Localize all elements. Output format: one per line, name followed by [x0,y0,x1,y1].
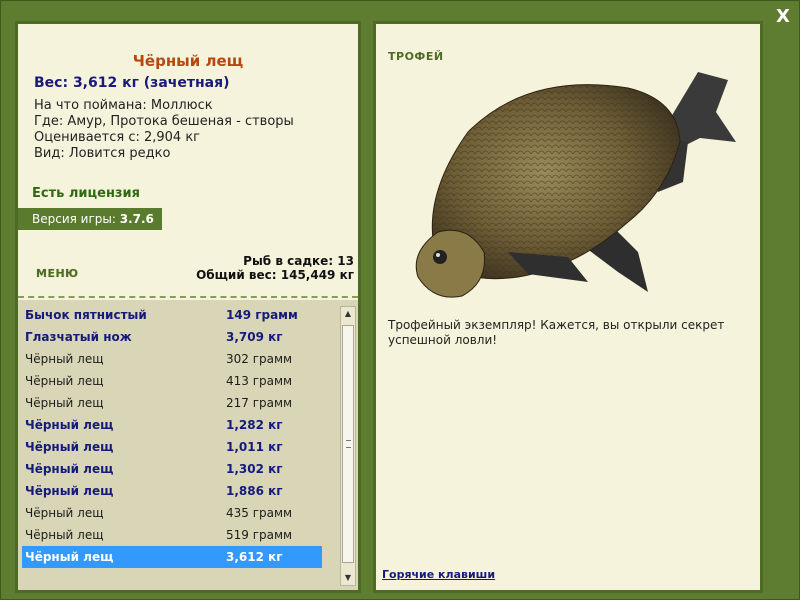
catch-row[interactable]: Чёрный лещ 217 грамм [22,392,322,414]
cage-stats: Рыб в садке: 13 Общий вес: 145,449 кг [196,254,354,282]
catch-fish-weight: 413 грамм [226,374,293,388]
catch-fish-weight: 217 грамм [226,396,293,410]
fish-title: Чёрный лещ [132,52,244,70]
catch-row[interactable]: Чёрный лещ 1,011 кг [22,436,322,458]
catch-fish-weight: 1,011 кг [226,440,283,454]
catch-fish-name: Глазчатый нож [25,330,132,344]
catch-fish-weight: 149 грамм [226,308,298,322]
license-status: Есть лицензия [32,186,140,201]
fish-value: Оценивается с: 2,904 кг [34,130,201,145]
fish-weight: Вес: 3,612 кг (зачетная) [34,75,230,91]
catch-row[interactable]: Чёрный лещ 435 грамм [22,502,322,524]
scroll-thumb[interactable] [342,325,354,563]
cage-total-weight: Общий вес: 145,449 кг [196,268,354,282]
catch-fish-name: Чёрный лещ [25,550,114,564]
catch-row[interactable]: Глазчатый нож 3,709 кг [22,326,322,348]
version-bar: Версия игры: 3.7.6 [18,208,162,230]
catch-fish-name: Чёрный лещ [25,374,104,388]
catch-fish-name: Чёрный лещ [25,352,104,366]
cage-count: Рыб в садке: 13 [243,254,354,268]
catch-panel: Чёрный лещ Вес: 3,612 кг (зачетная) На ч… [15,21,361,593]
catch-fish-name: Чёрный лещ [25,462,114,476]
close-icon[interactable]: X [771,5,795,29]
catch-fish-name: Чёрный лещ [25,484,114,498]
catch-row[interactable]: Чёрный лещ 1,282 кг [22,414,322,436]
catch-row[interactable]: Чёрный лещ 519 грамм [22,524,322,546]
fish-eye [433,250,447,264]
trophy-panel: ТРОФЕЙ Трофейный экземпляр! Кажется, вы … [373,21,763,593]
catch-fish-weight: 302 грамм [226,352,293,366]
catch-row[interactable]: Чёрный лещ 302 грамм [22,348,322,370]
menu-button[interactable]: МЕНЮ [36,267,79,280]
catch-fish-name: Чёрный лещ [25,396,104,410]
catch-row[interactable]: Чёрный лещ 3,612 кг [22,546,322,568]
trophy-message: Трофейный экземпляр! Кажется, вы открыли… [388,318,725,347]
catch-list: Бычок пятнистый 149 грамм Глазчатый нож 3,7… [18,300,358,590]
fish-location: Где: Амур, Протока бешеная - створы [34,114,294,129]
version-label: Версия игры: [32,212,116,226]
catch-fish-weight: 435 грамм [226,506,293,520]
arrow-down-icon[interactable]: ▼ [341,571,355,585]
game-window: X Чёрный лещ Вес: 3,612 кг (зачетная) На… [0,0,800,600]
catch-fish-name: Чёрный лещ [25,418,114,432]
grip-icon [346,440,351,448]
catch-fish-weight: 519 грамм [226,528,293,542]
fish-head [415,229,486,298]
catch-fish-weight: 1,282 кг [226,418,283,432]
catch-row[interactable]: Чёрный лещ 1,302 кг [22,458,322,480]
catch-fish-weight: 3,709 кг [226,330,283,344]
catch-row[interactable]: Чёрный лещ 1,886 кг [22,480,322,502]
catch-fish-name: Бычок пятнистый [25,308,147,322]
divider [18,296,358,298]
catch-fish-weight: 1,302 кг [226,462,283,476]
catch-fish-weight: 1,886 кг [226,484,283,498]
catch-fish-name: Чёрный лещ [25,506,104,520]
version-value: 3.7.6 [119,212,154,226]
catch-row[interactable]: Бычок пятнистый 149 грамм [22,304,322,326]
fish-info: Чёрный лещ Вес: 3,612 кг (зачетная) На ч… [18,24,358,294]
catch-fish-name: Чёрный лещ [25,528,104,542]
fish-image [415,72,736,298]
fish-kind: Вид: Ловится редко [34,146,171,161]
catch-fish-weight: 3,612 кг [226,550,283,564]
arrow-up-icon[interactable]: ▲ [341,307,355,321]
scrollbar[interactable]: ▲ ▼ [340,306,356,586]
catch-fish-name: Чёрный лещ [25,440,114,454]
hotkeys-link[interactable]: Горячие клавиши [382,568,495,581]
catch-row[interactable]: Чёрный лещ 413 грамм [22,370,322,392]
fish-bait: На что поймана: Моллюск [34,98,213,113]
